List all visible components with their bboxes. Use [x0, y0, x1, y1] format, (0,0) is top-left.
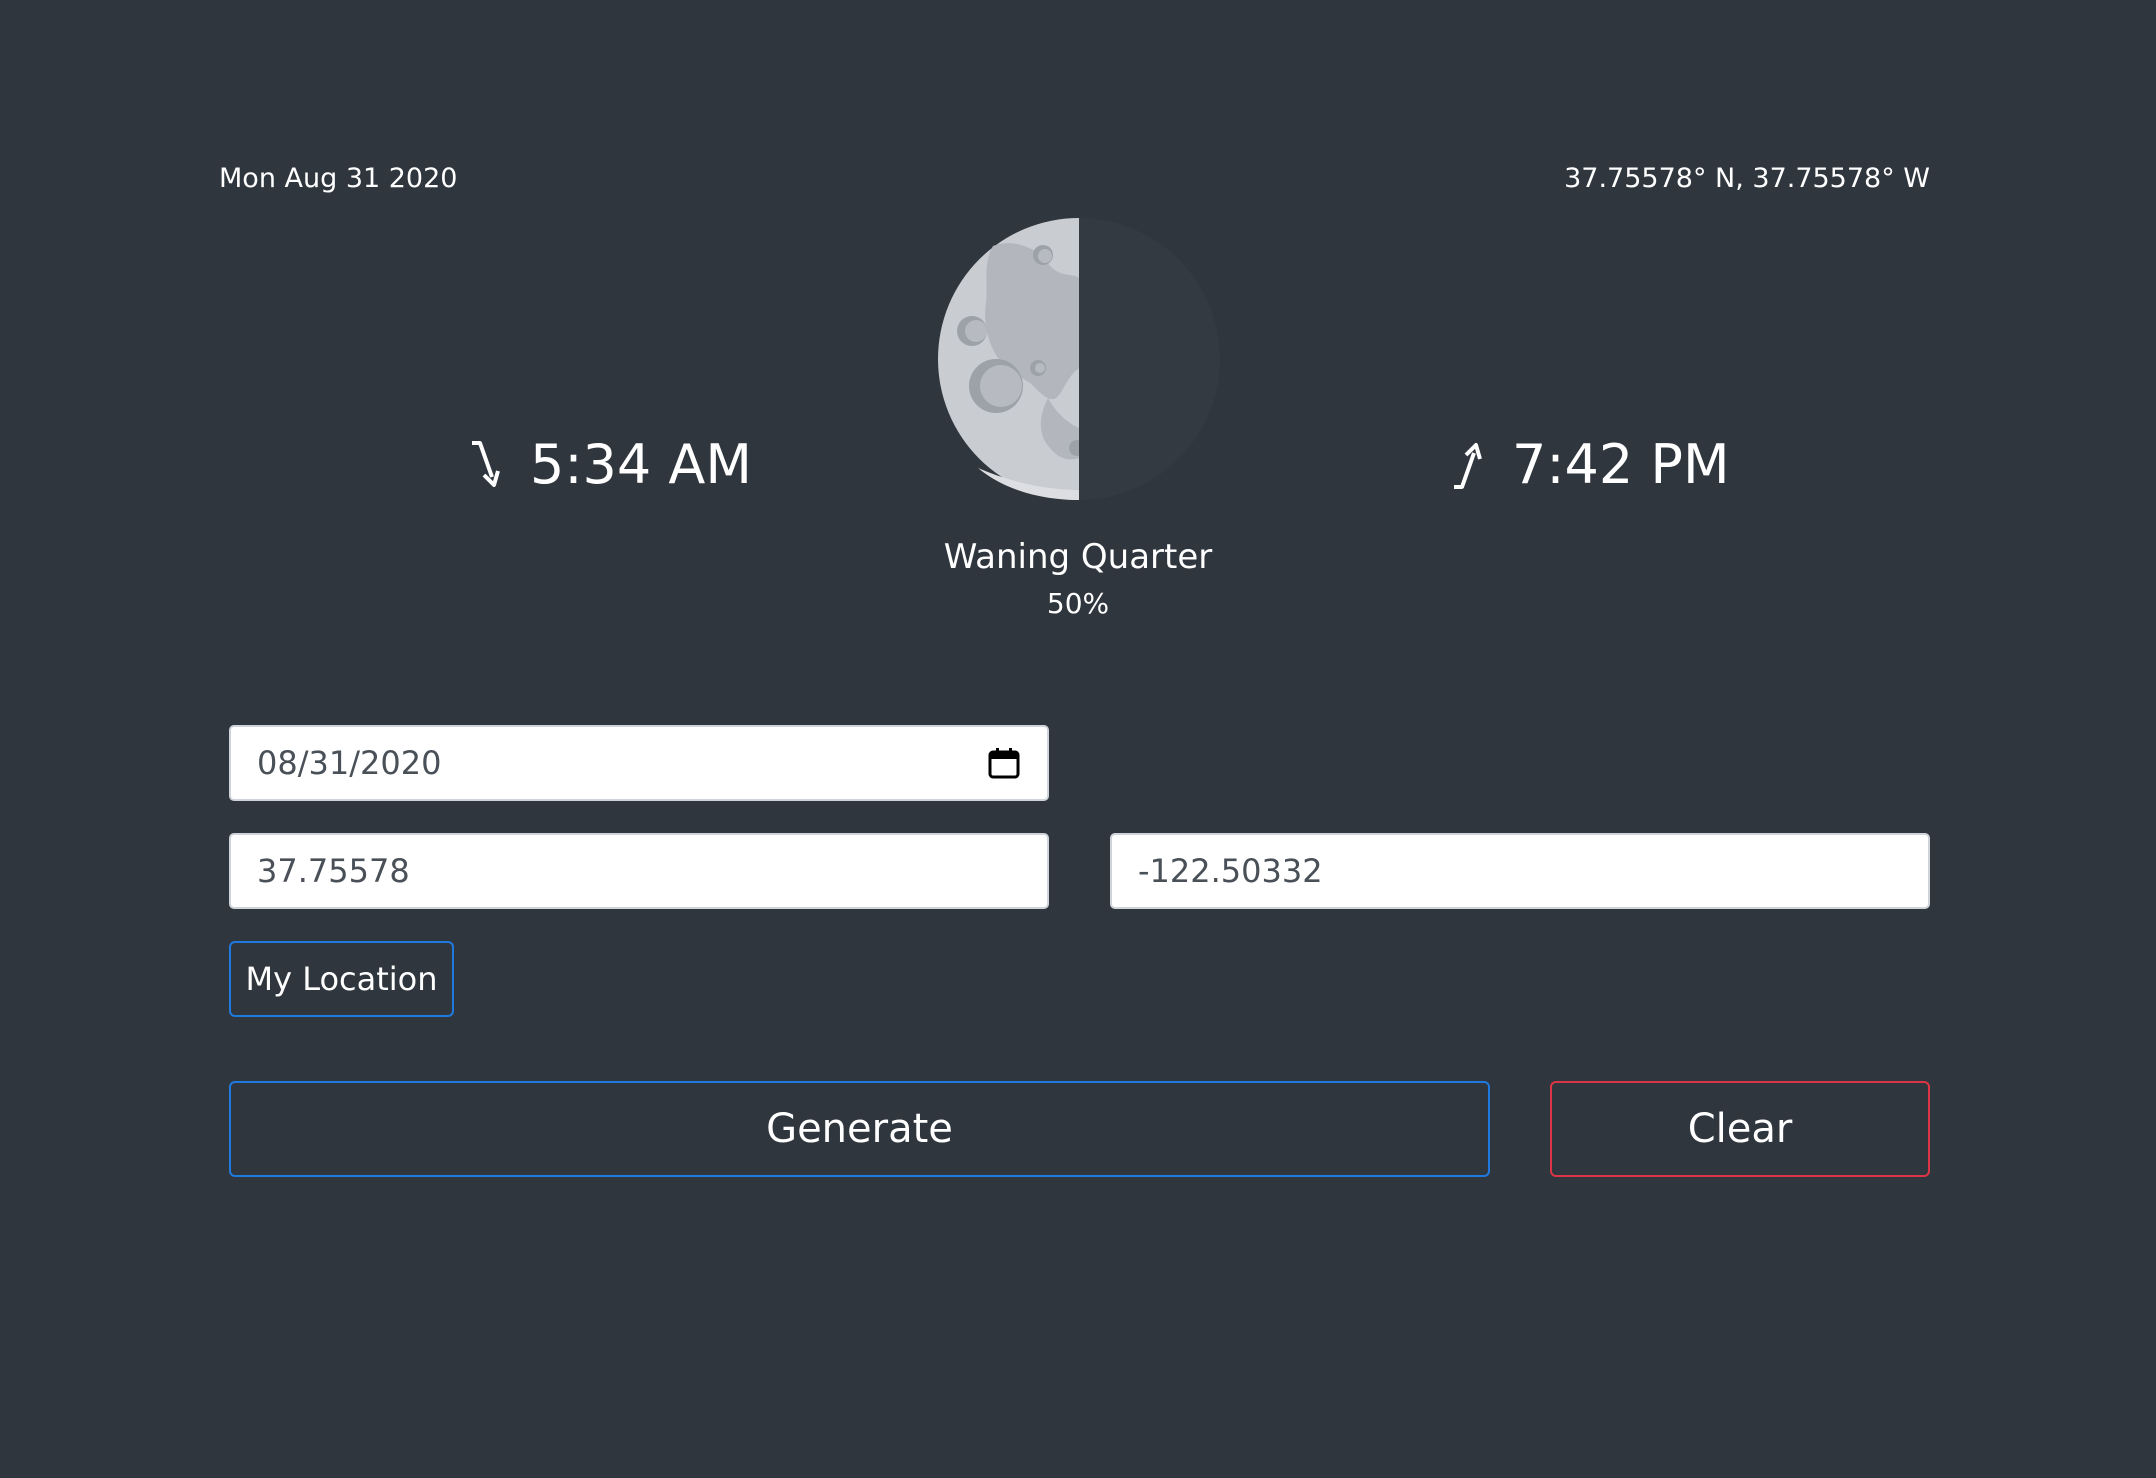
date-input-value: 08/31/2020	[257, 744, 442, 782]
moonrise-time: 5:34 AM	[530, 433, 752, 496]
moon-illumination: 50%	[1046, 587, 1110, 620]
longitude-input-value: -122.50332	[1138, 852, 1323, 890]
waning-quarter-moon-icon	[938, 218, 1220, 500]
latitude-input[interactable]: 37.75578	[229, 833, 1049, 909]
moonrise-time-block: 5:34 AM	[468, 432, 752, 498]
moonrise-arrow-icon	[472, 441, 500, 487]
latitude-input-value: 37.75578	[257, 852, 410, 890]
moonset-time: 7:42 PM	[1512, 433, 1730, 496]
current-coordinates: 37.75578° N, 37.75578° W	[1564, 163, 1930, 194]
current-date: Mon Aug 31 2020	[219, 163, 458, 194]
longitude-input[interactable]: -122.50332	[1110, 833, 1930, 909]
my-location-button[interactable]: My Location	[229, 941, 454, 1017]
date-input[interactable]: 08/31/2020	[229, 725, 1049, 801]
moon-phase-name: Waning Quarter	[943, 537, 1213, 577]
generate-button[interactable]: Generate	[229, 1081, 1490, 1177]
calendar-icon[interactable]	[987, 746, 1021, 780]
clear-button[interactable]: Clear	[1550, 1081, 1930, 1177]
moonset-arrow-icon	[1454, 443, 1482, 489]
moonset-time-block: 7:42 PM	[1450, 432, 1730, 498]
